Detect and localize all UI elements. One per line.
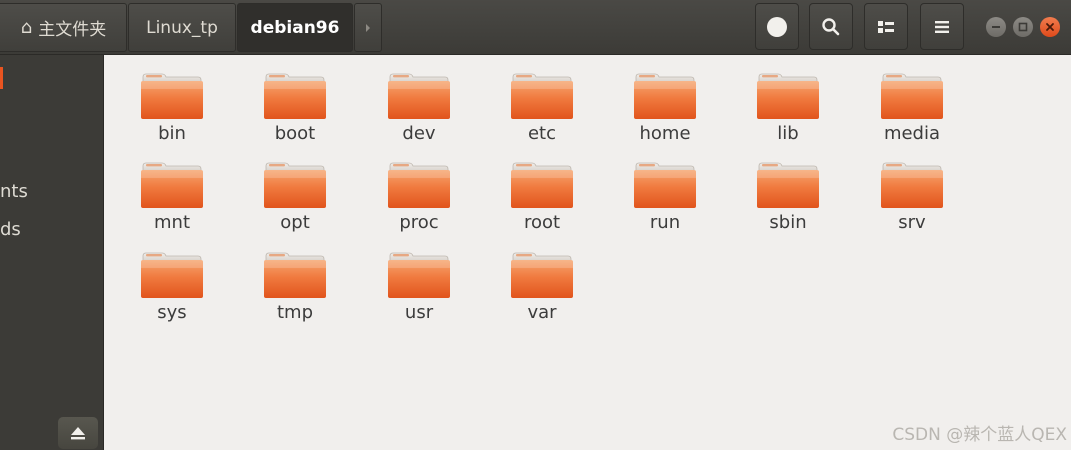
folder-item-proc[interactable]: proc (369, 160, 469, 240)
folder-item-run[interactable]: run (615, 160, 715, 240)
folder-item-media[interactable]: media (862, 71, 962, 151)
file-manager-window: ⌂ 主文件夹 Linux_tp debian96 nts ds bin boot… (0, 0, 1071, 450)
menu-button[interactable] (920, 3, 964, 50)
folder-icon (388, 252, 450, 298)
sidebar-active-indicator (0, 67, 3, 89)
eject-icon (71, 427, 85, 440)
folder-icon (141, 252, 203, 298)
minimize-button[interactable] (986, 17, 1006, 37)
folder-item-root[interactable]: root (492, 160, 592, 240)
folder-icon (388, 162, 450, 208)
sidebar-item-downloads[interactable]: ds (0, 219, 21, 240)
folder-item-mnt[interactable]: mnt (122, 160, 222, 240)
folder-label: run (649, 212, 681, 233)
folder-label: media (883, 123, 941, 144)
folder-icon (264, 162, 326, 208)
sidebar-item-label: ds (0, 219, 21, 240)
folder-icon (881, 73, 943, 119)
folder-icon (264, 73, 326, 119)
view-toggle-button[interactable] (864, 3, 908, 50)
search-button[interactable] (809, 3, 853, 50)
search-icon (822, 17, 840, 35)
places-sidebar: nts ds (0, 55, 104, 450)
folder-label: opt (280, 212, 310, 233)
file-grid: bin boot dev etc home lib media mnt opt … (105, 55, 1071, 450)
breadcrumb-item-debian96[interactable]: debian96 (237, 3, 353, 52)
folder-label: boot (274, 123, 316, 144)
folder-item-tmp[interactable]: tmp (245, 250, 345, 330)
maximize-icon (1018, 22, 1028, 32)
folder-icon (264, 252, 326, 298)
home-icon: ⌂ (20, 17, 33, 38)
folder-icon (757, 73, 819, 119)
folder-item-usr[interactable]: usr (369, 250, 469, 330)
chevron-right-icon (366, 23, 370, 32)
folder-icon (511, 73, 573, 119)
breadcrumb-item-label: debian96 (250, 17, 340, 38)
close-button[interactable] (1040, 17, 1060, 37)
folder-label: proc (399, 212, 439, 233)
sidebar-item-documents[interactable]: nts (0, 181, 28, 202)
header-bar: ⌂ 主文件夹 Linux_tp debian96 (0, 0, 1071, 55)
folder-label: var (527, 302, 557, 323)
folder-item-srv[interactable]: srv (862, 160, 962, 240)
folder-label: root (523, 212, 561, 233)
breadcrumb-home[interactable]: ⌂ 主文件夹 (0, 3, 127, 52)
folder-icon (881, 162, 943, 208)
breadcrumb-next-button[interactable] (354, 3, 382, 52)
breadcrumb-item-label: Linux_tp (146, 17, 218, 38)
sidebar-item-label: nts (0, 181, 28, 202)
folder-item-lib[interactable]: lib (738, 71, 838, 151)
folder-icon (511, 162, 573, 208)
folder-icon (634, 73, 696, 119)
folder-label: usr (404, 302, 434, 323)
folder-item-opt[interactable]: opt (245, 160, 345, 240)
minimize-icon (992, 26, 1000, 28)
folder-label: lib (777, 123, 799, 144)
folder-icon (141, 162, 203, 208)
folder-item-etc[interactable]: etc (492, 71, 592, 151)
menu-icon (935, 20, 949, 33)
folder-item-sys[interactable]: sys (122, 250, 222, 330)
folder-item-dev[interactable]: dev (369, 71, 469, 151)
folder-icon (757, 162, 819, 208)
folder-label: sys (157, 302, 187, 323)
folder-item-boot[interactable]: boot (245, 71, 345, 151)
folder-label: srv (898, 212, 926, 233)
folder-icon (388, 73, 450, 119)
close-icon (1046, 23, 1054, 31)
folder-label: home (639, 123, 691, 144)
folder-item-home[interactable]: home (615, 71, 715, 151)
folder-label: dev (402, 123, 436, 144)
breadcrumb-item-linux-tp[interactable]: Linux_tp (128, 3, 236, 52)
folder-icon (634, 162, 696, 208)
folder-label: mnt (154, 212, 190, 233)
maximize-button[interactable] (1013, 17, 1033, 37)
folder-item-bin[interactable]: bin (122, 71, 222, 151)
folder-icon (511, 252, 573, 298)
folder-item-var[interactable]: var (492, 250, 592, 330)
record-button[interactable] (755, 3, 799, 50)
breadcrumb-home-label: 主文件夹 (38, 20, 107, 40)
folder-label: tmp (276, 302, 314, 323)
record-icon (767, 16, 787, 37)
view-toggle-icon (878, 20, 894, 33)
folder-item-sbin[interactable]: sbin (738, 160, 838, 240)
eject-button[interactable] (58, 417, 98, 449)
folder-label: sbin (769, 212, 807, 233)
watermark: CSDN @辣个蓝人QEX (892, 425, 1067, 445)
folder-icon (141, 73, 203, 119)
folder-label: bin (158, 123, 186, 144)
folder-label: etc (527, 123, 557, 144)
